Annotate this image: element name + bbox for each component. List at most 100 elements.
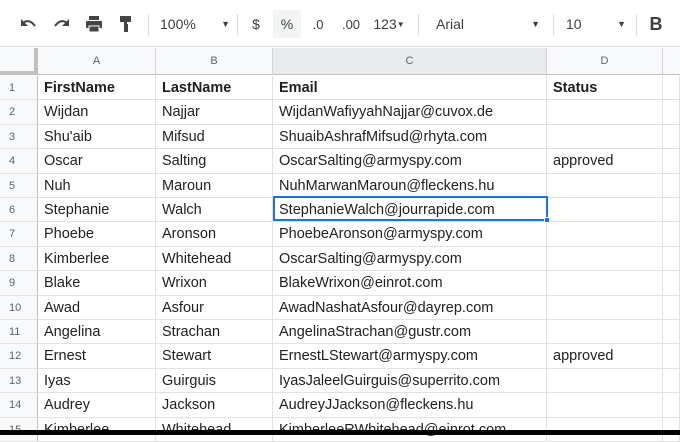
cell[interactable]: Nuh <box>38 173 156 198</box>
cell[interactable]: AudreyJJackson@fleckens.hu <box>273 393 547 418</box>
select-all-corner[interactable] <box>0 48 38 75</box>
cell[interactable]: Strachan <box>156 320 273 345</box>
cell[interactable]: Angelina <box>38 320 156 345</box>
bold-button[interactable]: B <box>644 10 668 38</box>
cell[interactable] <box>663 124 680 150</box>
cell[interactable]: Jackson <box>156 393 273 418</box>
cell[interactable]: BlakeWrixon@einrot.com <box>273 271 547 296</box>
cell[interactable] <box>547 124 663 150</box>
cell[interactable] <box>663 295 680 320</box>
increase-decimal-button[interactable]: .00 <box>336 10 366 38</box>
cell[interactable] <box>547 368 663 394</box>
row-number[interactable]: 4 <box>0 149 38 174</box>
cell[interactable]: Oscar <box>38 149 156 174</box>
cell[interactable]: LastName <box>156 76 273 101</box>
percent-button[interactable]: % <box>273 10 301 38</box>
cell[interactable]: Status <box>547 76 663 101</box>
cell[interactable] <box>663 149 680 174</box>
cell[interactable] <box>547 295 663 320</box>
column-header-b[interactable]: B <box>156 48 273 75</box>
cell[interactable] <box>663 246 680 272</box>
cell[interactable] <box>547 100 663 125</box>
row-number[interactable]: 6 <box>0 198 38 223</box>
zoom-select[interactable]: 100% ▼ <box>160 10 230 38</box>
cell[interactable] <box>663 271 680 296</box>
cell[interactable]: NuhMarwanMaroun@fleckens.hu <box>273 173 547 198</box>
cell[interactable] <box>663 198 680 223</box>
print-button[interactable] <box>82 10 106 38</box>
paint-format-button[interactable] <box>114 10 138 38</box>
cell[interactable]: ErnestLStewart@armyspy.com <box>273 344 547 369</box>
cell[interactable]: OscarSalting@armyspy.com <box>273 149 547 174</box>
cell[interactable]: Mifsud <box>156 124 273 150</box>
row-number[interactable]: 10 <box>0 295 38 320</box>
font-size-select[interactable]: 10 ▼ <box>566 10 626 38</box>
cell[interactable] <box>663 173 680 198</box>
row-number[interactable]: 8 <box>0 246 38 272</box>
cell[interactable]: Whitehead <box>156 246 273 272</box>
cell[interactable]: Asfour <box>156 295 273 320</box>
cell[interactable] <box>547 246 663 272</box>
cell[interactable]: AngelinaStrachan@gustr.com <box>273 320 547 345</box>
cell[interactable]: PhoebeAronson@armyspy.com <box>273 222 547 247</box>
row-number[interactable]: 5 <box>0 173 38 198</box>
column-header-d[interactable]: D <box>547 48 663 75</box>
cell[interactable]: approved <box>547 149 663 174</box>
cell[interactable]: Guirguis <box>156 368 273 394</box>
cell[interactable] <box>663 222 680 247</box>
cell[interactable] <box>663 393 680 418</box>
cell[interactable]: AwadNashatAsfour@dayrep.com <box>273 295 547 320</box>
redo-button[interactable] <box>50 10 74 38</box>
cell[interactable]: Ernest <box>38 344 156 369</box>
cell[interactable] <box>547 320 663 345</box>
cell[interactable] <box>547 173 663 198</box>
cell[interactable]: Awad <box>38 295 156 320</box>
cell[interactable]: Kimberlee <box>38 246 156 272</box>
more-formats-button[interactable]: 123 ▼ <box>369 10 409 38</box>
cell[interactable]: Stewart <box>156 344 273 369</box>
cell[interactable]: Wijdan <box>38 100 156 125</box>
row-number[interactable]: 13 <box>0 368 38 394</box>
row-number[interactable]: 11 <box>0 320 38 345</box>
cell[interactable]: Phoebe <box>38 222 156 247</box>
cell[interactable]: Aronson <box>156 222 273 247</box>
cell[interactable] <box>663 344 680 369</box>
row-number[interactable]: 12 <box>0 344 38 369</box>
cell[interactable]: FirstName <box>38 76 156 101</box>
cell[interactable]: Stephanie <box>38 198 156 223</box>
cell[interactable]: approved <box>547 344 663 369</box>
cell[interactable]: StephanieWalch@jourrapide.com <box>273 198 547 223</box>
cell[interactable]: Maroun <box>156 173 273 198</box>
row-number[interactable]: 2 <box>0 100 38 125</box>
cell[interactable] <box>663 76 680 101</box>
cell[interactable] <box>663 100 680 125</box>
undo-button[interactable] <box>16 10 40 38</box>
cell[interactable]: Wrixon <box>156 271 273 296</box>
cell[interactable]: OscarSalting@armyspy.com <box>273 246 547 272</box>
cell[interactable] <box>547 271 663 296</box>
cell[interactable]: Audrey <box>38 393 156 418</box>
cell[interactable]: Walch <box>156 198 273 223</box>
cell[interactable]: IyasJaleelGuirguis@superrito.com <box>273 368 547 394</box>
cell[interactable]: Email <box>273 76 547 101</box>
cell[interactable]: Najjar <box>156 100 273 125</box>
cell[interactable]: Salting <box>156 149 273 174</box>
decrease-decimal-button[interactable]: .0 <box>305 10 331 38</box>
column-header-e[interactable] <box>663 48 680 75</box>
cell[interactable] <box>547 222 663 247</box>
cell[interactable] <box>663 368 680 394</box>
row-number[interactable]: 1 <box>0 76 38 101</box>
currency-button[interactable]: $ <box>245 10 267 38</box>
row-number[interactable]: 3 <box>0 124 38 150</box>
font-select[interactable]: Arial ▼ <box>436 10 540 38</box>
cell[interactable]: Shu'aib <box>38 124 156 150</box>
row-number[interactable]: 9 <box>0 271 38 296</box>
cell[interactable]: Iyas <box>38 368 156 394</box>
column-header-a[interactable]: A <box>38 48 156 75</box>
cell[interactable]: Blake <box>38 271 156 296</box>
column-header-c[interactable]: C <box>273 48 547 75</box>
cell[interactable] <box>663 320 680 345</box>
cell[interactable]: ShuaibAshrafMifsud@rhyta.com <box>273 124 547 150</box>
row-number[interactable]: 7 <box>0 222 38 247</box>
cell[interactable]: WijdanWafiyyahNajjar@cuvox.de <box>273 100 547 125</box>
